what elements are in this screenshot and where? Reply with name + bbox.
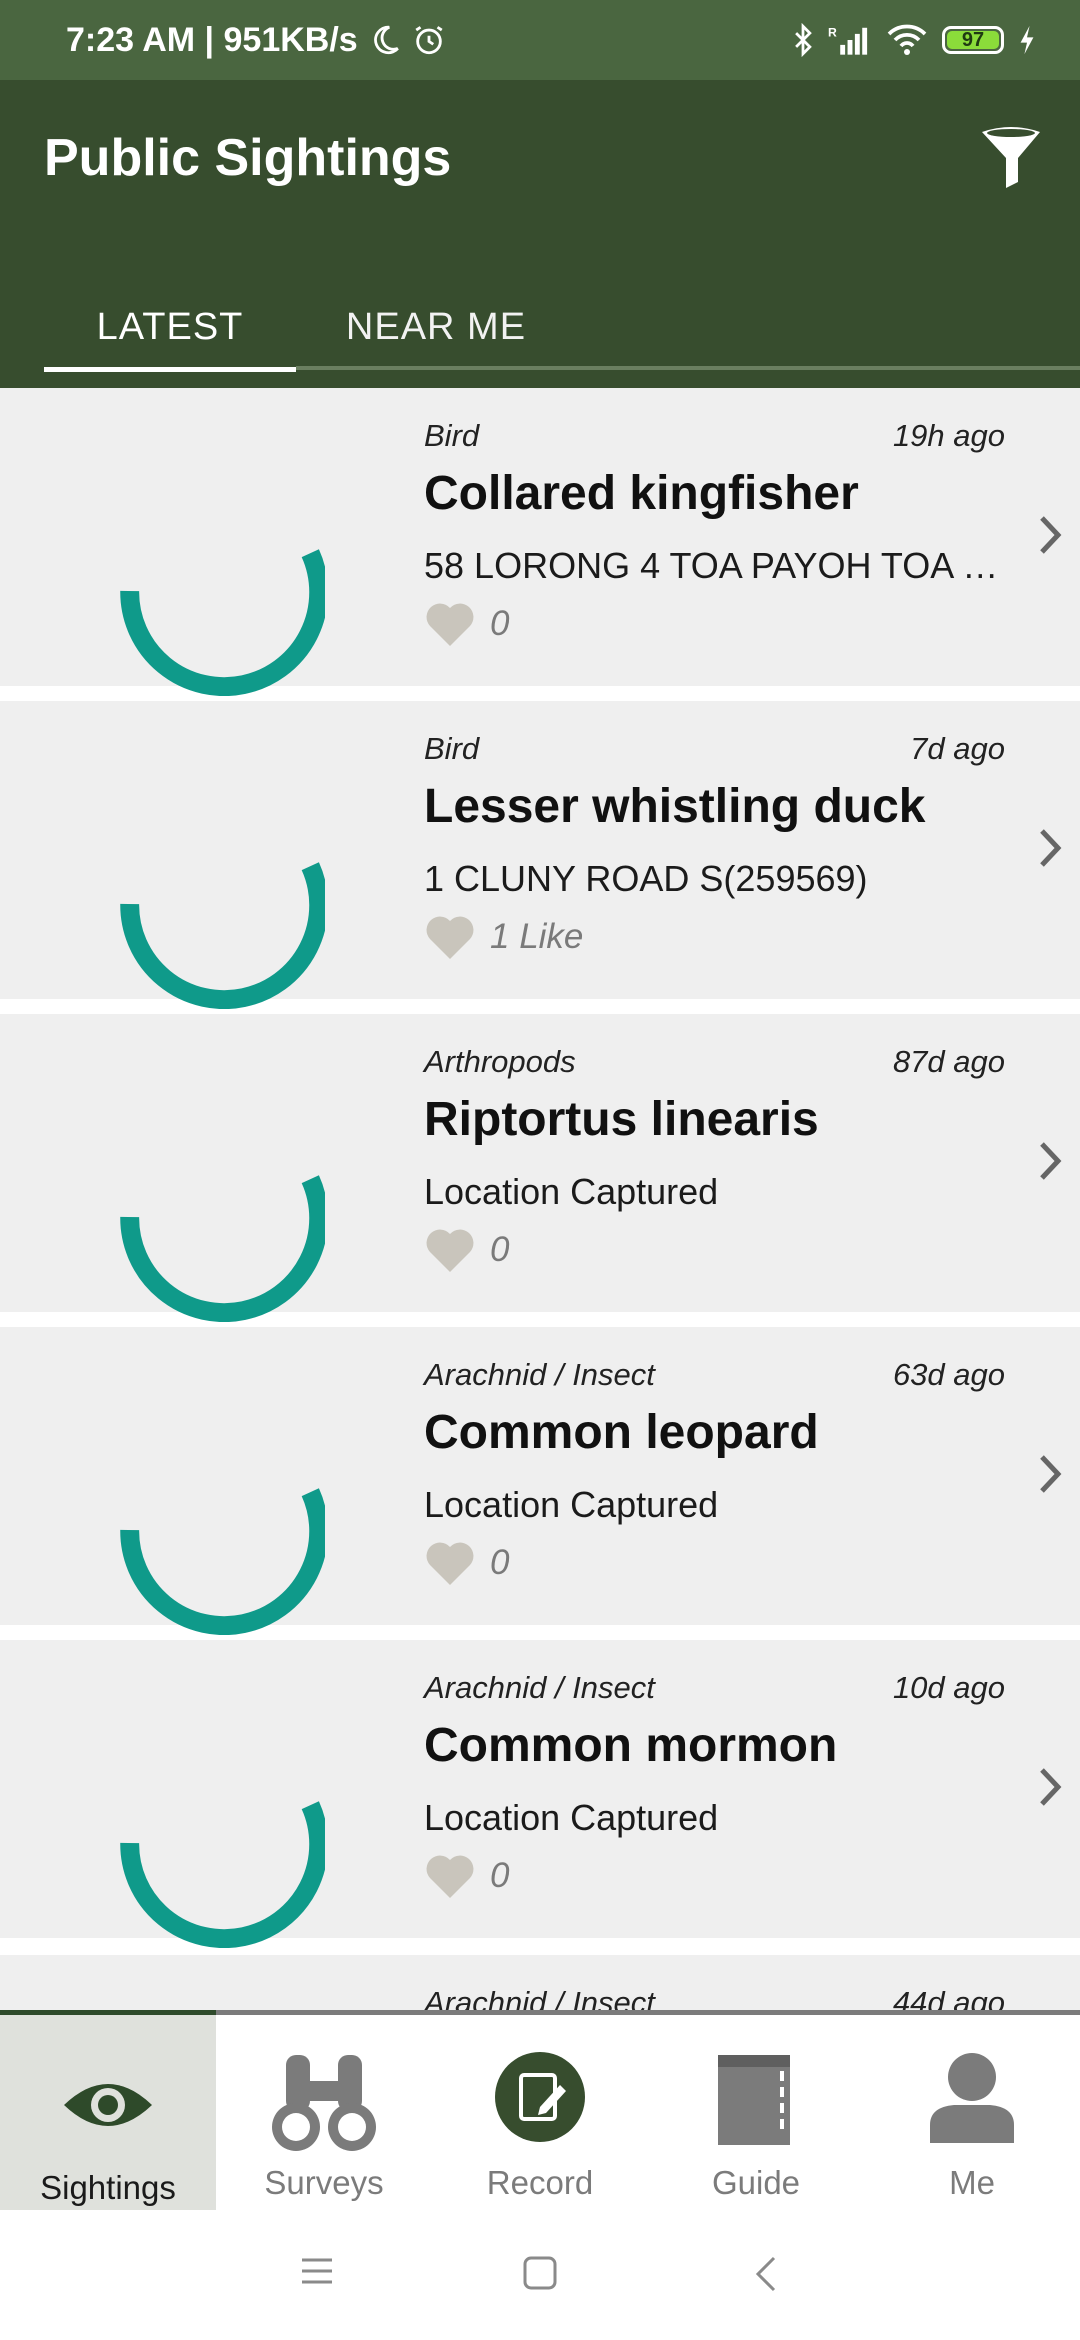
tab-bar: LATEST NEAR ME bbox=[0, 266, 1080, 388]
like-count: 0 bbox=[490, 1543, 510, 1582]
nav-sightings[interactable]: Sightings bbox=[0, 2010, 216, 2215]
chevron-right-icon bbox=[1040, 1768, 1062, 1806]
like-button[interactable]: 0 bbox=[424, 1852, 509, 1900]
like-count: 0 bbox=[490, 1230, 510, 1269]
tab-indicator bbox=[44, 367, 296, 372]
sighting-category: Arachnid / Insect bbox=[424, 1670, 655, 1705]
nav-me[interactable]: Me bbox=[864, 2015, 1080, 2210]
svg-text:R: R bbox=[828, 25, 837, 39]
sighting-time: 10d ago bbox=[892, 1670, 1005, 1705]
like-button[interactable]: 0 bbox=[424, 1539, 509, 1587]
charging-icon bbox=[1020, 25, 1034, 55]
sighting-category: Bird bbox=[424, 418, 480, 453]
nav-surveys[interactable]: Surveys bbox=[216, 2015, 432, 2210]
heart-icon bbox=[426, 1229, 474, 1272]
like-button[interactable]: 0 bbox=[424, 600, 509, 648]
list-item[interactable]: Bird 7d ago Lesser whistling duck 1 CLUN… bbox=[0, 701, 1080, 1009]
like-button[interactable]: 1 Like bbox=[424, 913, 583, 961]
list-item[interactable]: Arachnid / Insect 10d ago Common mormon … bbox=[0, 1640, 1080, 1948]
heart-icon bbox=[426, 916, 474, 959]
sighting-category: Arachnid / Insect bbox=[424, 1357, 655, 1392]
bluetooth-icon bbox=[795, 22, 812, 58]
sighting-category: Arthropods bbox=[424, 1044, 576, 1079]
chevron-right-icon bbox=[1040, 1142, 1062, 1180]
like-count: 1 Like bbox=[490, 917, 584, 956]
heart-icon bbox=[426, 1855, 474, 1898]
loading-spinner-icon bbox=[120, 1488, 325, 1635]
nav-label: Surveys bbox=[264, 2164, 384, 2201]
like-button[interactable]: 0 bbox=[424, 1226, 509, 1274]
sighting-time: 7d ago bbox=[910, 731, 1005, 766]
sighting-name: Lesser whistling duck bbox=[424, 780, 926, 833]
tab-indicator-track bbox=[296, 366, 1080, 370]
battery-icon: 97 bbox=[942, 26, 1004, 54]
nav-label: Record bbox=[486, 2164, 594, 2201]
list-item[interactable]: Arachnid / Insect 63d ago Common leopard… bbox=[0, 1327, 1080, 1635]
sighting-name: Riptortus linearis bbox=[424, 1093, 819, 1146]
loading-spinner-icon bbox=[120, 862, 325, 1009]
signal-icon: R bbox=[828, 25, 868, 55]
like-count: 0 bbox=[490, 1856, 510, 1895]
book-icon bbox=[718, 2055, 790, 2145]
sighting-name: Common leopard bbox=[424, 1406, 819, 1459]
nav-label: Me bbox=[949, 2164, 995, 2201]
menu-icon[interactable] bbox=[300, 2256, 334, 2286]
list-item[interactable]: Bird 19h ago Collared kingfisher 58 LORO… bbox=[0, 388, 1080, 696]
chevron-right-icon bbox=[1040, 829, 1062, 867]
sighting-category: Bird bbox=[424, 731, 480, 766]
heart-icon bbox=[426, 1542, 474, 1585]
sighting-location: 1 CLUNY ROAD S(259569) bbox=[424, 858, 868, 899]
chevron-right-icon bbox=[1040, 1455, 1062, 1493]
sighting-time: 63d ago bbox=[892, 1357, 1005, 1392]
battery-level: 97 bbox=[961, 28, 985, 51]
like-count: 0 bbox=[490, 604, 510, 643]
status-right: R 97 bbox=[792, 22, 1036, 58]
loading-spinner-icon bbox=[120, 1175, 325, 1322]
sighting-time: 87d ago bbox=[892, 1044, 1005, 1079]
binoculars-icon bbox=[272, 2055, 376, 2151]
person-icon bbox=[930, 2053, 1014, 2143]
list-item[interactable]: Arthropods 87d ago Riptortus linearis Lo… bbox=[0, 1014, 1080, 1322]
sighting-location: Location Captured bbox=[424, 1171, 719, 1212]
wifi-icon bbox=[887, 24, 927, 55]
moon-icon bbox=[373, 25, 399, 55]
loading-spinner-icon bbox=[120, 1801, 325, 1948]
home-icon[interactable] bbox=[523, 2256, 557, 2290]
record-icon bbox=[495, 2052, 585, 2142]
sighting-location: 58 LORONG 4 TOA PAYOH TOA PAYOH bbox=[424, 545, 1004, 586]
loading-spinner-icon bbox=[120, 549, 325, 696]
sighting-location: Location Captured bbox=[424, 1484, 719, 1525]
nav-label: Guide bbox=[711, 2164, 801, 2201]
status-bar: 7:23 AM | 951KB/s R 97 bbox=[0, 0, 1080, 80]
list-item-partial[interactable]: Arachnid / Insect 44d ago bbox=[0, 1955, 1080, 2015]
nav-label: Sightings bbox=[40, 2169, 176, 2206]
page-title: Public Sightings bbox=[44, 129, 452, 187]
chevron-right-icon bbox=[1040, 516, 1062, 554]
back-icon[interactable] bbox=[754, 2256, 778, 2292]
sighting-name: Collared kingfisher bbox=[424, 467, 859, 520]
sighting-time: 19h ago bbox=[892, 418, 1005, 453]
nav-guide[interactable]: Guide bbox=[648, 2015, 864, 2210]
sighting-name: Common mormon bbox=[424, 1719, 838, 1772]
alarm-icon bbox=[415, 26, 443, 55]
sighting-location: Location Captured bbox=[424, 1797, 719, 1838]
filter-icon[interactable] bbox=[978, 124, 1044, 192]
nav-record[interactable]: Record bbox=[432, 2015, 648, 2210]
status-left: 7:23 AM | 951KB/s bbox=[66, 21, 446, 60]
bottom-nav: Sightings Surveys Record Guide Me bbox=[0, 2010, 1080, 2215]
status-time-speed: 7:23 AM | 951KB/s bbox=[66, 20, 358, 59]
eye-icon bbox=[64, 2084, 152, 2126]
system-nav-bar bbox=[0, 2210, 1080, 2340]
heart-icon bbox=[426, 603, 474, 646]
app-bar: Public Sightings LATEST NEAR ME bbox=[0, 80, 1080, 388]
